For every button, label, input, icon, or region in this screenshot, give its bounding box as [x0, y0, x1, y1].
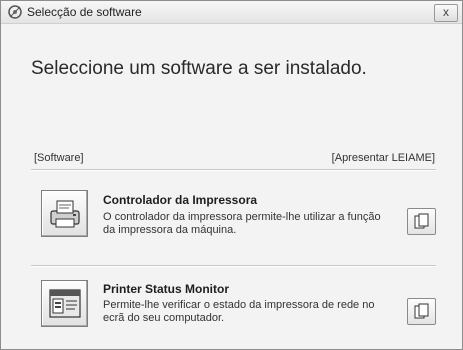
- install-status-monitor-button[interactable]: [41, 280, 88, 327]
- top-divider: [31, 169, 436, 171]
- printer-icon: [50, 200, 80, 228]
- installer-window: Selecção de software x Seleccione um sof…: [0, 0, 463, 350]
- status-monitor-description: Permite-lhe verificar o estado da impres…: [103, 299, 375, 324]
- install-printer-driver-button[interactable]: [41, 190, 88, 237]
- close-button[interactable]: x: [434, 4, 458, 22]
- status-monitor-title: Printer Status Monitor: [103, 282, 230, 296]
- readme-column-label: [Apresentar LEIAME]: [331, 152, 435, 164]
- window-title: Selecção de software: [27, 5, 142, 19]
- software-setup-icon: [8, 5, 22, 19]
- status-monitor-readme-button[interactable]: [407, 298, 436, 325]
- page-heading: Seleccione um software a ser instalado.: [31, 58, 367, 79]
- printer-driver-title: Controlador da Impressora: [103, 193, 258, 207]
- software-column-label: [Software]: [34, 152, 84, 164]
- close-icon: x: [443, 5, 449, 19]
- document-icon: [414, 303, 429, 319]
- status-monitor-icon: [49, 289, 81, 318]
- middle-divider: [31, 265, 436, 267]
- document-icon: [414, 213, 429, 229]
- printer-driver-description: O controlador da impressora permite-lhe …: [103, 211, 381, 236]
- printer-driver-readme-button[interactable]: [407, 208, 436, 235]
- title-bar: Selecção de software x: [1, 1, 462, 24]
